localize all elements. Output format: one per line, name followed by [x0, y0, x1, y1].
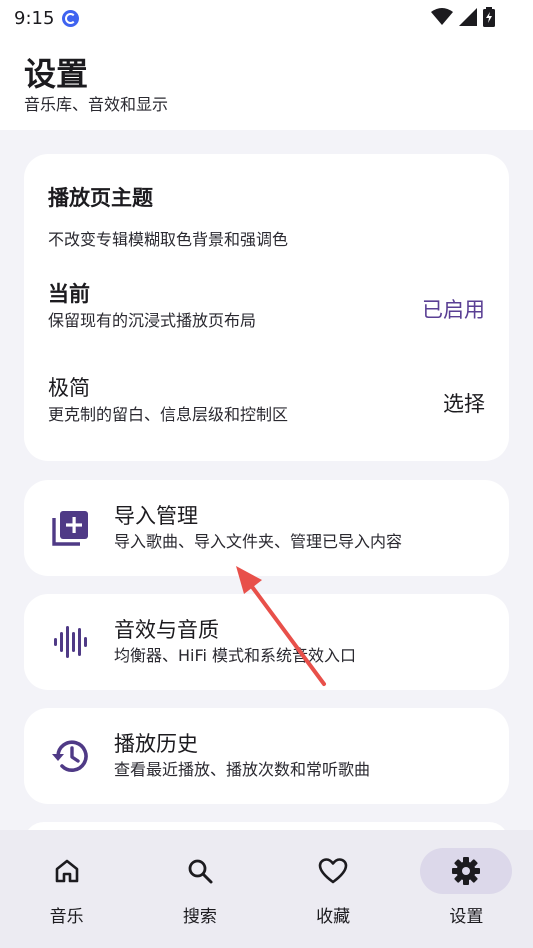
- theme-option-current[interactable]: 当前 保留现有的沉浸式播放页布局 已启用: [48, 280, 485, 340]
- page-subtitle: 音乐库、音效和显示: [24, 95, 169, 114]
- annotation-arrow: [236, 566, 326, 686]
- theme-option-current-description: 保留现有的沉浸式播放页布局: [48, 311, 257, 330]
- tab-search-label: 搜索: [182, 907, 217, 927]
- import-management-description: 导入歌曲、导入文件夹、管理已导入内容: [114, 532, 403, 551]
- page-title: 设置: [24, 55, 89, 93]
- theme-option-minimal-description: 更克制的留白、信息层级和控制区: [48, 405, 289, 424]
- page-header: 设置 音乐库、音效和显示: [0, 36, 533, 130]
- tab-settings[interactable]: 设置: [400, 830, 533, 948]
- theme-option-current-status: 已启用: [422, 298, 485, 322]
- tab-favorites-label: 收藏: [316, 907, 351, 927]
- audio-quality-description: 均衡器、HiFi 模式和系统音效入口: [114, 646, 357, 665]
- signal-icon: [459, 8, 477, 26]
- app-notification-icon: [62, 9, 80, 27]
- home-icon: [55, 859, 78, 883]
- battery-icon: [483, 7, 495, 27]
- status-bar: 9:15: [0, 0, 533, 36]
- tab-search[interactable]: 搜索: [133, 830, 266, 948]
- import-management-item[interactable]: 导入管理 导入歌曲、导入文件夹、管理已导入内容: [24, 480, 509, 576]
- playlist-add-icon: [48, 506, 92, 550]
- theme-option-current-title: 当前: [48, 282, 90, 306]
- heart-icon: [318, 858, 348, 884]
- audio-quality-title: 音效与音质: [114, 618, 219, 642]
- player-theme-title: 播放页主题: [48, 186, 153, 210]
- tab-favorites[interactable]: 收藏: [267, 830, 400, 948]
- theme-option-minimal[interactable]: 极简 更克制的留白、信息层级和控制区 选择: [48, 374, 485, 434]
- tab-settings-indicator: [420, 848, 513, 894]
- status-icons: [431, 7, 495, 27]
- import-management-title: 导入管理: [114, 504, 198, 528]
- play-history-item[interactable]: 播放历史 查看最近播放、播放次数和常听歌曲: [24, 708, 509, 804]
- tab-music-label: 音乐: [49, 907, 84, 927]
- wifi-icon: [431, 8, 453, 25]
- bottom-navigation: 音乐 搜索 收藏 设置: [0, 830, 533, 948]
- player-theme-description: 不改变专辑模糊取色背景和强调色: [48, 230, 289, 249]
- audio-quality-item[interactable]: 音效与音质 均衡器、HiFi 模式和系统音效入口: [24, 594, 509, 690]
- play-history-description: 查看最近播放、播放次数和常听歌曲: [114, 760, 371, 779]
- theme-option-minimal-title: 极简: [48, 376, 90, 400]
- waveform-icon: [48, 620, 92, 664]
- tab-music[interactable]: 音乐: [0, 830, 133, 948]
- search-icon: [188, 859, 213, 884]
- status-time: 9:15: [14, 7, 55, 29]
- play-history-title: 播放历史: [114, 732, 198, 756]
- theme-option-minimal-select-button[interactable]: 选择: [443, 388, 485, 418]
- player-theme-card: 播放页主题 不改变专辑模糊取色背景和强调色 当前 保留现有的沉浸式播放页布局 已…: [24, 154, 509, 461]
- tab-settings-label: 设置: [449, 907, 484, 927]
- history-icon: [48, 734, 92, 778]
- gear-icon: [452, 857, 481, 885]
